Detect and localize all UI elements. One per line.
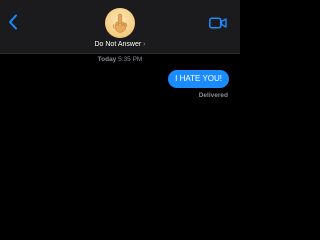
timestamp-time: 5:35 PM [118, 56, 143, 63]
back-button[interactable] [6, 13, 20, 31]
chevron-left-icon [9, 14, 17, 30]
avatar [105, 8, 135, 38]
conversation-header: Do Not Answer › [0, 0, 240, 54]
contact-name-row: Do Not Answer › [80, 40, 160, 50]
chevron-right-icon: › [143, 41, 146, 48]
video-camera-icon [209, 17, 227, 29]
delivery-status: Delivered [198, 92, 228, 99]
video-call-button[interactable] [209, 16, 227, 29]
middle-finger-emoji-icon [113, 13, 127, 33]
timestamp-day: Today [97, 56, 117, 63]
message-timestamp: Today 5:35 PM [0, 55, 240, 65]
contact-name: Do Not Answer [94, 41, 142, 48]
contact-header[interactable]: Do Not Answer › [80, 6, 160, 50]
sent-message-bubble[interactable]: I HATE YOU! [168, 70, 229, 88]
messages-app: Do Not Answer › Today 5:35 PM I HATE YOU… [0, 0, 240, 240]
